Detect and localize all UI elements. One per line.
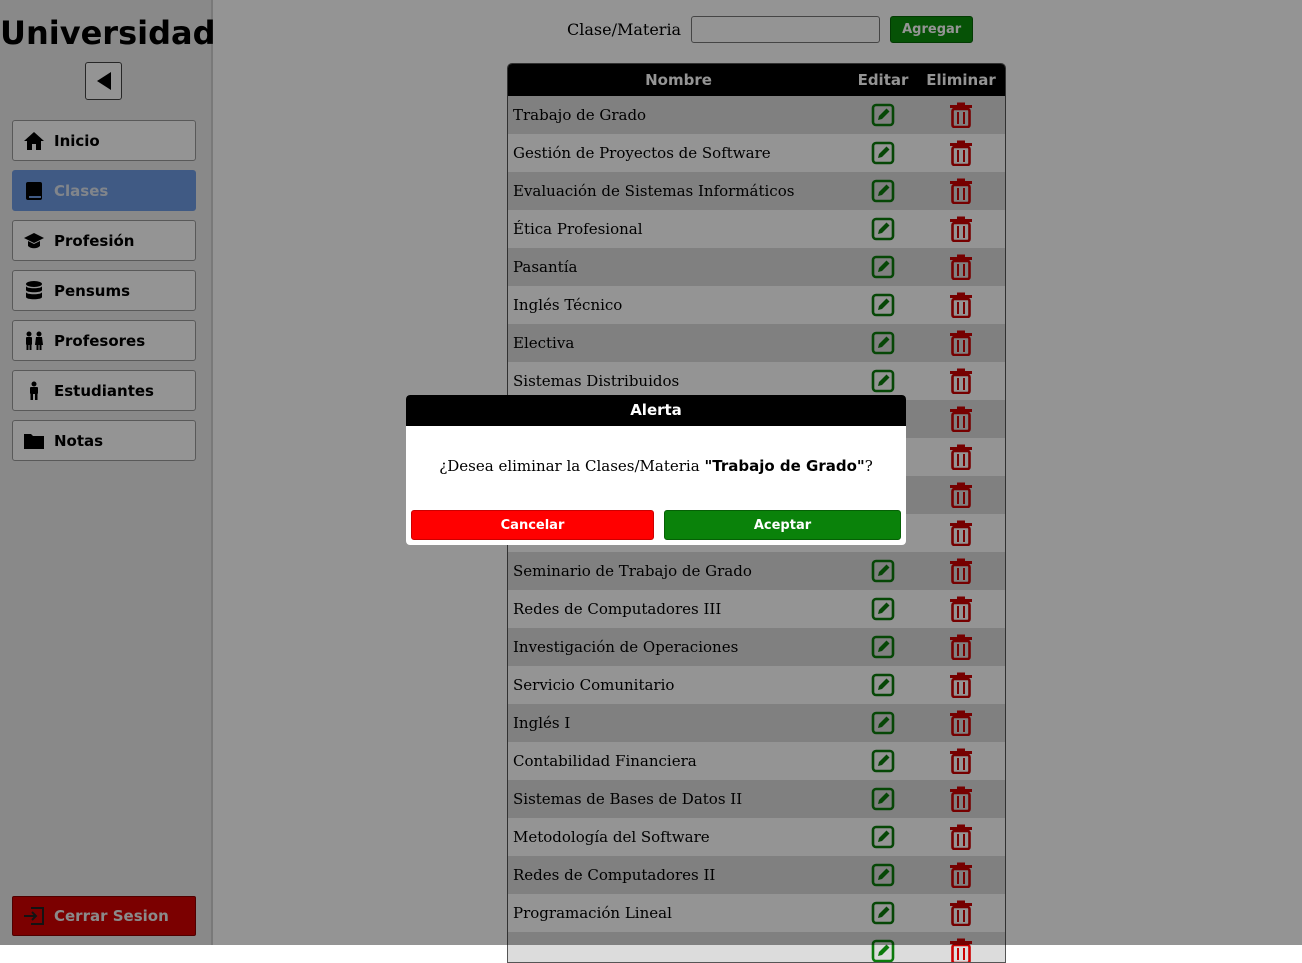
dialog-message-suffix: ? (864, 457, 873, 475)
accept-button[interactable]: Aceptar (664, 510, 901, 540)
dialog-message-item: "Trabajo de Grado" (704, 457, 865, 475)
dialog-message-prefix: ¿Desea eliminar la Clases/Materia (439, 457, 705, 475)
dialog-message: ¿Desea eliminar la Clases/Materia "Traba… (406, 457, 906, 475)
alert-dialog: Alerta ¿Desea eliminar la Clases/Materia… (406, 395, 906, 545)
dialog-title: Alerta (406, 395, 906, 426)
cancel-button[interactable]: Cancelar (411, 510, 654, 540)
